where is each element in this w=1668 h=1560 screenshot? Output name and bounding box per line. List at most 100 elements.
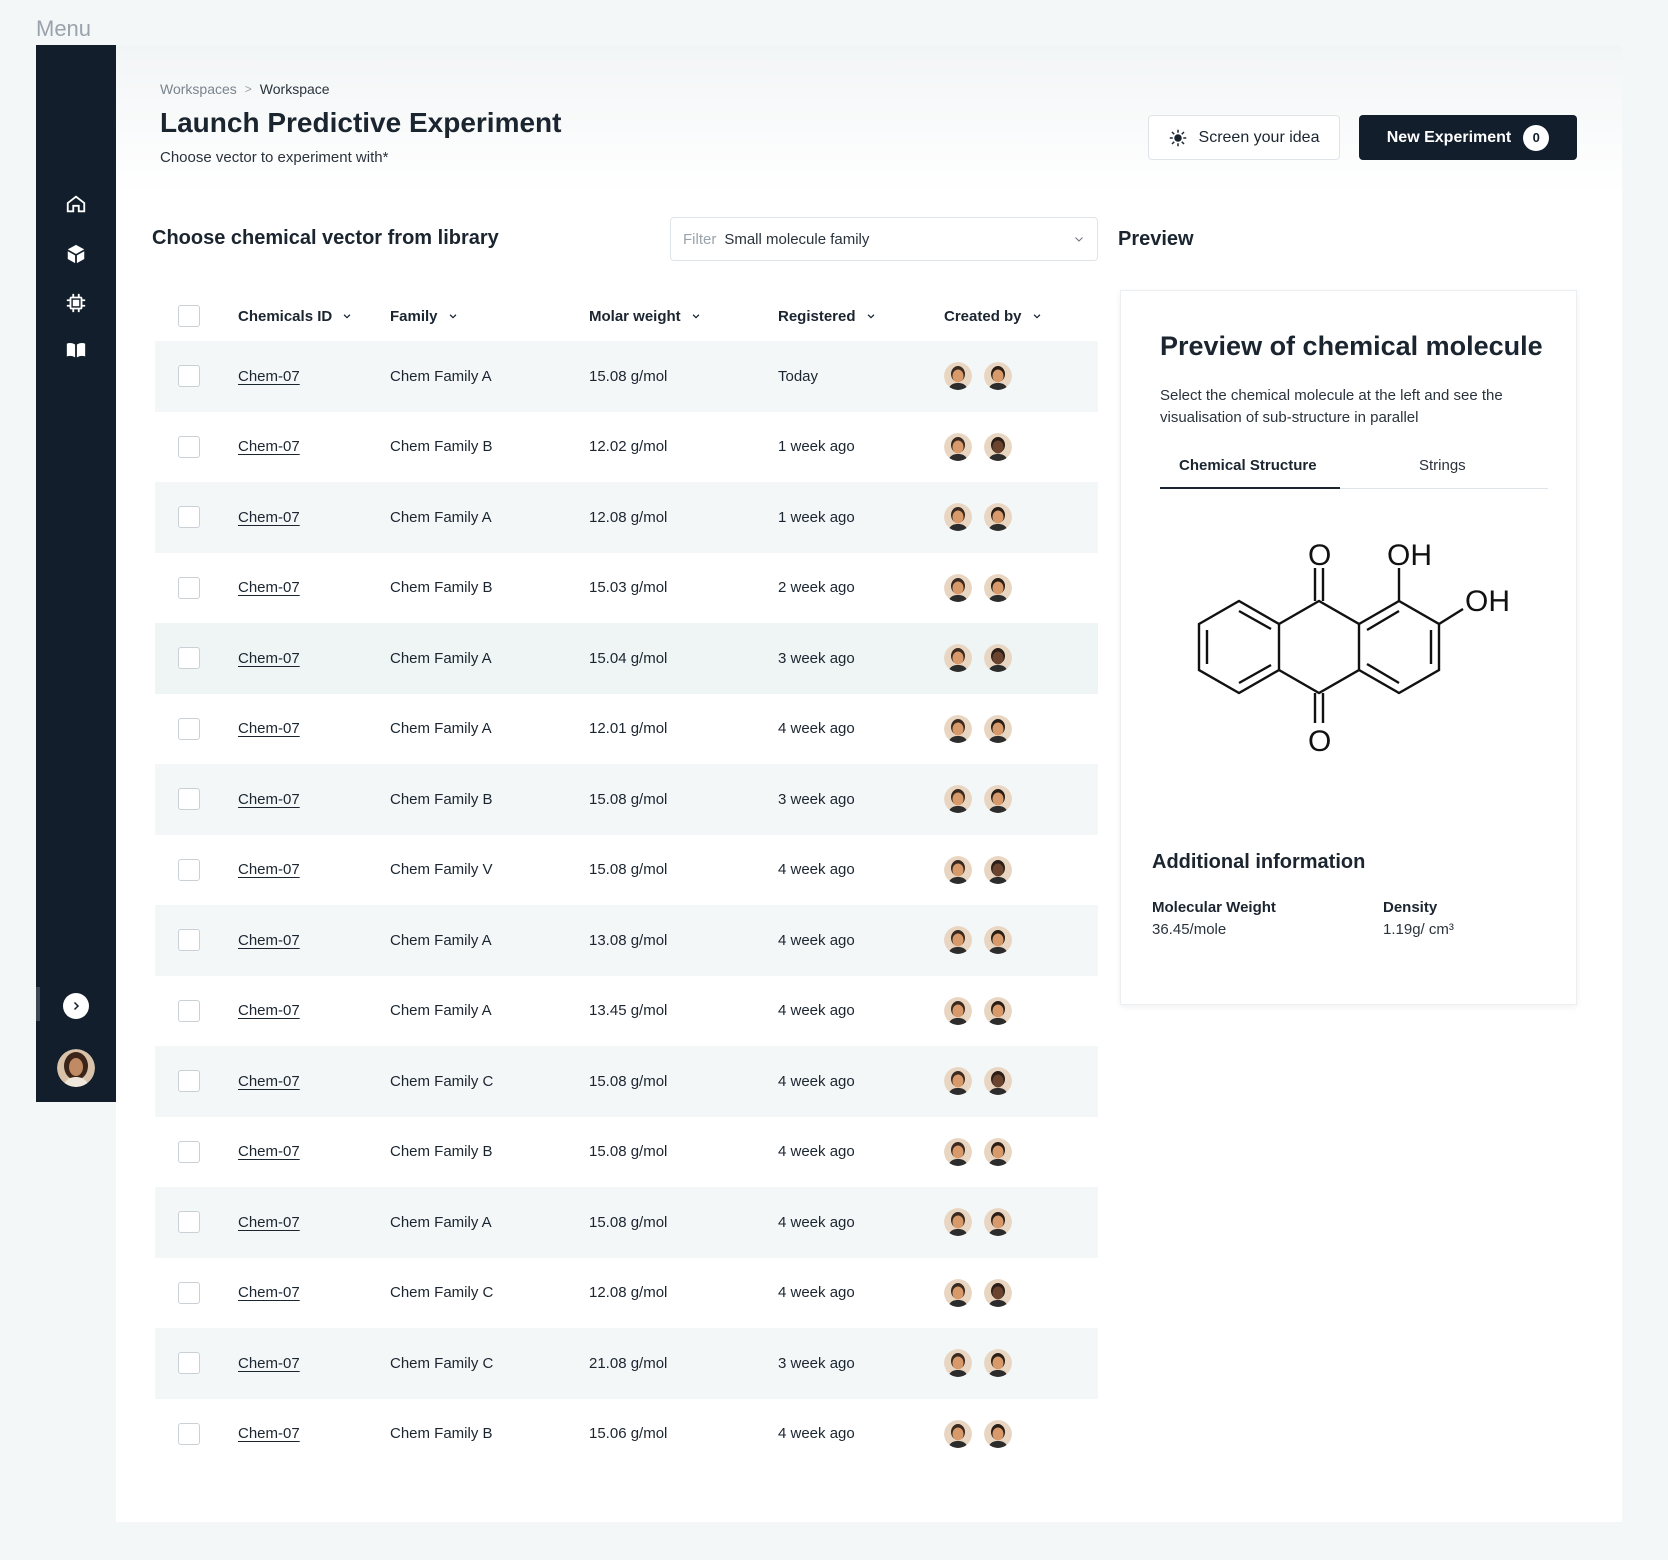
- row-checkbox[interactable]: [178, 506, 200, 529]
- table-row[interactable]: Chem-07 Chem Family C 15.08 g/mol 4 week…: [155, 1046, 1098, 1117]
- row-checkbox[interactable]: [178, 717, 200, 740]
- cube-icon[interactable]: [62, 240, 90, 268]
- creator-avatar[interactable]: [984, 1208, 1012, 1237]
- chemical-id-link[interactable]: Chem-07: [238, 509, 300, 526]
- family-filter-select[interactable]: Filter Small molecule family: [670, 217, 1098, 261]
- row-checkbox[interactable]: [178, 435, 200, 458]
- creator-avatar[interactable]: [944, 644, 972, 673]
- chip-icon[interactable]: [62, 289, 90, 317]
- creator-avatar[interactable]: [944, 1208, 972, 1237]
- table-row[interactable]: Chem-07 Chem Family A 15.08 g/mol 4 week…: [155, 1187, 1098, 1258]
- chemical-id-link[interactable]: Chem-07: [238, 1214, 300, 1231]
- row-checkbox[interactable]: [178, 576, 200, 599]
- chemical-id-link[interactable]: Chem-07: [238, 368, 300, 385]
- creator-avatar[interactable]: [984, 1137, 1012, 1166]
- chemical-id-link[interactable]: Chem-07: [238, 1073, 300, 1090]
- row-checkbox[interactable]: [178, 788, 200, 811]
- creator-avatar[interactable]: [944, 573, 972, 602]
- chemical-id-link[interactable]: Chem-07: [238, 720, 300, 737]
- creator-avatar[interactable]: [984, 362, 1012, 391]
- chemical-id-link[interactable]: Chem-07: [238, 1002, 300, 1019]
- home-icon[interactable]: [62, 190, 90, 218]
- header-registered[interactable]: Registered: [778, 308, 876, 325]
- chemical-id-link[interactable]: Chem-07: [238, 438, 300, 455]
- creator-avatar[interactable]: [944, 362, 972, 391]
- creator-avatar[interactable]: [984, 996, 1012, 1025]
- expand-sidebar-button[interactable]: [63, 993, 89, 1019]
- table-row[interactable]: Chem-07 Chem Family B 15.03 g/mol 2 week…: [155, 553, 1098, 624]
- table-row[interactable]: Chem-07 Chem Family C 21.08 g/mol 3 week…: [155, 1328, 1098, 1399]
- creator-avatar[interactable]: [944, 1137, 972, 1166]
- row-checkbox[interactable]: [178, 1281, 200, 1304]
- creator-avatar[interactable]: [984, 573, 1012, 602]
- table-row[interactable]: Chem-07 Chem Family B 15.06 g/mol 4 week…: [155, 1399, 1098, 1470]
- row-checkbox[interactable]: [178, 1140, 200, 1163]
- creator-avatar[interactable]: [984, 644, 1012, 673]
- creator-avatar[interactable]: [984, 1419, 1012, 1448]
- table-row[interactable]: Chem-07 Chem Family B 15.08 g/mol 4 week…: [155, 1117, 1098, 1188]
- creator-avatar[interactable]: [944, 1067, 972, 1096]
- creator-avatar[interactable]: [944, 785, 972, 814]
- chemical-id-link[interactable]: Chem-07: [238, 579, 300, 596]
- row-checkbox[interactable]: [178, 999, 200, 1022]
- table-row[interactable]: Chem-07 Chem Family A 13.08 g/mol 4 week…: [155, 905, 1098, 976]
- table-row[interactable]: Chem-07 Chem Family A 15.04 g/mol 3 week…: [155, 623, 1098, 694]
- molar-weight-cell: 15.08 g/mol: [589, 1072, 668, 1090]
- row-checkbox[interactable]: [178, 1211, 200, 1234]
- tab-chemical-structure[interactable]: Chemical Structure: [1179, 457, 1317, 474]
- creator-avatar[interactable]: [984, 1349, 1012, 1378]
- header-molar-weight[interactable]: Molar weight: [589, 308, 701, 325]
- creator-avatar[interactable]: [984, 1067, 1012, 1096]
- row-checkbox[interactable]: [178, 1422, 200, 1445]
- creator-avatar[interactable]: [984, 432, 1012, 461]
- creator-avatar[interactable]: [944, 432, 972, 461]
- table-row[interactable]: Chem-07 Chem Family C 12.08 g/mol 4 week…: [155, 1258, 1098, 1329]
- header-created-by[interactable]: Created by: [944, 308, 1042, 325]
- header-chemicals-id[interactable]: Chemicals ID: [238, 308, 352, 325]
- row-checkbox[interactable]: [178, 647, 200, 670]
- creator-avatar[interactable]: [944, 855, 972, 884]
- table-row[interactable]: Chem-07 Chem Family V 15.08 g/mol 4 week…: [155, 835, 1098, 906]
- creator-avatar[interactable]: [944, 1419, 972, 1448]
- table-row[interactable]: Chem-07 Chem Family A 12.01 g/mol 4 week…: [155, 694, 1098, 765]
- creator-avatar[interactable]: [984, 503, 1012, 532]
- table-row[interactable]: Chem-07 Chem Family A 13.45 g/mol 4 week…: [155, 976, 1098, 1047]
- creator-avatar[interactable]: [944, 714, 972, 743]
- chemical-id-link[interactable]: Chem-07: [238, 1425, 300, 1442]
- chemical-id-link[interactable]: Chem-07: [238, 1284, 300, 1301]
- breadcrumb-workspace[interactable]: Workspace: [260, 81, 330, 97]
- screen-idea-button[interactable]: Screen your idea: [1148, 115, 1340, 160]
- user-avatar[interactable]: [57, 1049, 95, 1087]
- creator-avatar[interactable]: [944, 996, 972, 1025]
- book-icon[interactable]: [62, 336, 90, 364]
- breadcrumb-workspaces[interactable]: Workspaces: [160, 81, 237, 97]
- chemical-id-link[interactable]: Chem-07: [238, 1143, 300, 1160]
- tab-strings[interactable]: Strings: [1419, 457, 1466, 474]
- creator-avatar[interactable]: [984, 785, 1012, 814]
- row-checkbox[interactable]: [178, 1352, 200, 1375]
- creator-avatar[interactable]: [944, 1349, 972, 1378]
- creator-avatar[interactable]: [944, 503, 972, 532]
- row-checkbox[interactable]: [178, 858, 200, 881]
- table-row[interactable]: Chem-07 Chem Family A 12.08 g/mol 1 week…: [155, 482, 1098, 553]
- table-row[interactable]: Chem-07 Chem Family B 15.08 g/mol 3 week…: [155, 764, 1098, 835]
- chemical-id-link[interactable]: Chem-07: [238, 1355, 300, 1372]
- chemical-id-link[interactable]: Chem-07: [238, 791, 300, 808]
- header-family[interactable]: Family: [390, 308, 458, 325]
- row-checkbox[interactable]: [178, 929, 200, 952]
- creator-avatar[interactable]: [984, 714, 1012, 743]
- table-row[interactable]: Chem-07 Chem Family A 15.08 g/mol Today: [155, 341, 1098, 412]
- chemical-id-link[interactable]: Chem-07: [238, 932, 300, 949]
- new-experiment-button[interactable]: New Experiment 0: [1359, 115, 1577, 160]
- table-row[interactable]: Chem-07 Chem Family B 12.02 g/mol 1 week…: [155, 412, 1098, 483]
- select-all-checkbox[interactable]: [178, 305, 200, 327]
- creator-avatar[interactable]: [984, 1278, 1012, 1307]
- row-checkbox[interactable]: [178, 365, 200, 388]
- creator-avatar[interactable]: [944, 926, 972, 955]
- creator-avatar[interactable]: [984, 926, 1012, 955]
- chemical-id-link[interactable]: Chem-07: [238, 650, 300, 667]
- creator-avatar[interactable]: [944, 1278, 972, 1307]
- chemical-id-link[interactable]: Chem-07: [238, 861, 300, 878]
- row-checkbox[interactable]: [178, 1070, 200, 1093]
- creator-avatar[interactable]: [984, 855, 1012, 884]
